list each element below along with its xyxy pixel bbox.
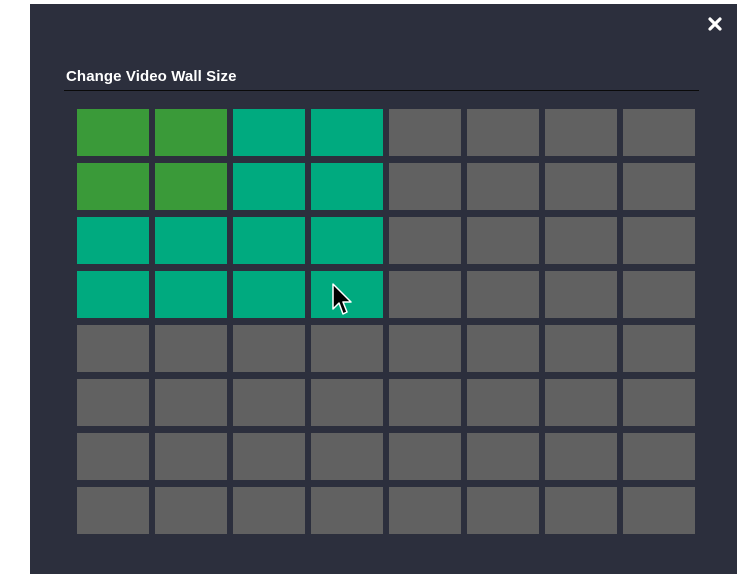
grid-cell-r2-c4[interactable] bbox=[311, 163, 383, 210]
grid-cell-r6-c5[interactable] bbox=[389, 379, 461, 426]
grid-cell-r1-c8[interactable] bbox=[623, 109, 695, 156]
grid-cell-r2-c3[interactable] bbox=[233, 163, 305, 210]
grid-cell-r7-c1[interactable] bbox=[77, 433, 149, 480]
grid-cell-r5-c6[interactable] bbox=[467, 325, 539, 372]
grid-cell-r2-c5[interactable] bbox=[389, 163, 461, 210]
grid-cell-r2-c8[interactable] bbox=[623, 163, 695, 210]
grid-cell-r1-c5[interactable] bbox=[389, 109, 461, 156]
grid-cell-r7-c7[interactable] bbox=[545, 433, 617, 480]
grid-cell-r3-c3[interactable] bbox=[233, 217, 305, 264]
grid-cell-r7-c8[interactable] bbox=[623, 433, 695, 480]
grid-cell-r8-c1[interactable] bbox=[77, 487, 149, 534]
grid-cell-r8-c3[interactable] bbox=[233, 487, 305, 534]
grid-cell-r8-c4[interactable] bbox=[311, 487, 383, 534]
grid-cell-r4-c4[interactable] bbox=[311, 271, 383, 318]
grid-cell-r5-c1[interactable] bbox=[77, 325, 149, 372]
grid-cell-r2-c2[interactable] bbox=[155, 163, 227, 210]
grid-cell-r6-c4[interactable] bbox=[311, 379, 383, 426]
grid-cell-r7-c2[interactable] bbox=[155, 433, 227, 480]
video-wall-size-dialog: Change Video Wall Size bbox=[30, 4, 737, 574]
grid-cell-r1-c7[interactable] bbox=[545, 109, 617, 156]
grid-cell-r4-c3[interactable] bbox=[233, 271, 305, 318]
grid-cell-r3-c2[interactable] bbox=[155, 217, 227, 264]
title-divider bbox=[64, 90, 699, 91]
grid-cell-r2-c7[interactable] bbox=[545, 163, 617, 210]
grid-cell-r4-c8[interactable] bbox=[623, 271, 695, 318]
grid-cell-r3-c7[interactable] bbox=[545, 217, 617, 264]
grid-cell-r8-c8[interactable] bbox=[623, 487, 695, 534]
grid-cell-r1-c2[interactable] bbox=[155, 109, 227, 156]
grid-cell-r1-c1[interactable] bbox=[77, 109, 149, 156]
grid-cell-r8-c5[interactable] bbox=[389, 487, 461, 534]
grid-cell-r3-c5[interactable] bbox=[389, 217, 461, 264]
grid-cell-r3-c4[interactable] bbox=[311, 217, 383, 264]
grid-cell-r4-c1[interactable] bbox=[77, 271, 149, 318]
grid-cell-r7-c4[interactable] bbox=[311, 433, 383, 480]
grid-cell-r4-c2[interactable] bbox=[155, 271, 227, 318]
grid-cell-r5-c4[interactable] bbox=[311, 325, 383, 372]
grid-cell-r8-c2[interactable] bbox=[155, 487, 227, 534]
grid-cell-r1-c3[interactable] bbox=[233, 109, 305, 156]
grid-cell-r1-c6[interactable] bbox=[467, 109, 539, 156]
grid-cell-r6-c1[interactable] bbox=[77, 379, 149, 426]
grid-cell-r4-c7[interactable] bbox=[545, 271, 617, 318]
grid-cell-r5-c8[interactable] bbox=[623, 325, 695, 372]
grid-cell-r3-c6[interactable] bbox=[467, 217, 539, 264]
grid-cell-r7-c6[interactable] bbox=[467, 433, 539, 480]
grid-cell-r7-c3[interactable] bbox=[233, 433, 305, 480]
grid-cell-r6-c6[interactable] bbox=[467, 379, 539, 426]
grid-cell-r8-c7[interactable] bbox=[545, 487, 617, 534]
grid-cell-r5-c5[interactable] bbox=[389, 325, 461, 372]
grid-cell-r6-c7[interactable] bbox=[545, 379, 617, 426]
grid-cell-r6-c2[interactable] bbox=[155, 379, 227, 426]
grid-cell-r4-c5[interactable] bbox=[389, 271, 461, 318]
grid-cell-r7-c5[interactable] bbox=[389, 433, 461, 480]
grid-cell-r1-c4[interactable] bbox=[311, 109, 383, 156]
video-wall-grid bbox=[77, 109, 695, 534]
grid-cell-r5-c7[interactable] bbox=[545, 325, 617, 372]
grid-cell-r3-c8[interactable] bbox=[623, 217, 695, 264]
grid-cell-r3-c1[interactable] bbox=[77, 217, 149, 264]
close-button[interactable] bbox=[705, 14, 725, 34]
grid-cell-r5-c2[interactable] bbox=[155, 325, 227, 372]
dialog-title: Change Video Wall Size bbox=[66, 68, 237, 85]
grid-cell-r8-c6[interactable] bbox=[467, 487, 539, 534]
grid-cell-r4-c6[interactable] bbox=[467, 271, 539, 318]
close-icon bbox=[708, 17, 722, 31]
grid-cell-r6-c3[interactable] bbox=[233, 379, 305, 426]
grid-cell-r5-c3[interactable] bbox=[233, 325, 305, 372]
grid-cell-r2-c1[interactable] bbox=[77, 163, 149, 210]
grid-cell-r6-c8[interactable] bbox=[623, 379, 695, 426]
grid-cell-r2-c6[interactable] bbox=[467, 163, 539, 210]
